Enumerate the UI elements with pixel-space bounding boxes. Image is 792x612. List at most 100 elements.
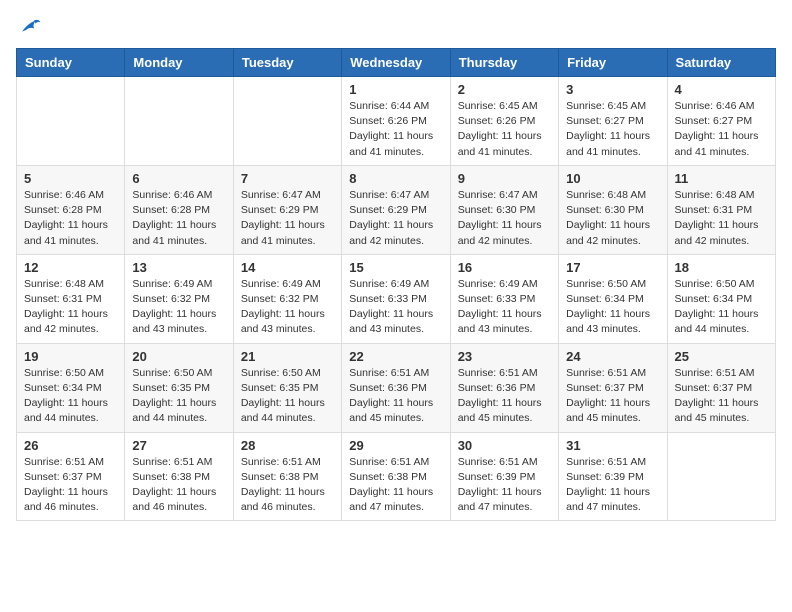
calendar-cell: 13 Sunrise: 6:49 AM Sunset: 6:32 PM Dayli…: [125, 254, 233, 343]
day-info: Sunrise: 6:49 AM Sunset: 6:32 PM Dayligh…: [132, 277, 225, 338]
day-info: Sunrise: 6:48 AM Sunset: 6:31 PM Dayligh…: [675, 188, 768, 249]
calendar-cell: 24Sunrise: 6:51 AM Sunset: 6:37 PM Dayli…: [559, 343, 667, 432]
day-info: Sunrise: 6:51 AM Sunset: 6:37 PM Dayligh…: [24, 455, 117, 516]
day-info: Sunrise: 6:51 AM Sunset: 6:37 PM Dayligh…: [566, 366, 659, 427]
day-info: Sunrise: 6:45 AM Sunset: 6:26 PM Dayligh…: [458, 99, 551, 160]
day-info: Sunrise: 6:44 AM Sunset: 6:26 PM Dayligh…: [349, 99, 442, 160]
day-info: Sunrise: 6:50 AM Sunset: 6:35 PM Dayligh…: [241, 366, 334, 427]
day-number: 2: [458, 82, 551, 97]
day-info: Sunrise: 6:46 AM Sunset: 6:28 PM Dayligh…: [24, 188, 117, 249]
day-number: 3: [566, 82, 659, 97]
calendar-cell: 5 Sunrise: 6:46 AM Sunset: 6:28 PM Daylig…: [17, 165, 125, 254]
day-number: 19: [24, 349, 117, 364]
day-info: Sunrise: 6:50 AM Sunset: 6:34 PM Dayligh…: [566, 277, 659, 338]
day-info: Sunrise: 6:51 AM Sunset: 6:36 PM Dayligh…: [349, 366, 442, 427]
calendar-cell: 26 Sunrise: 6:51 AM Sunset: 6:37 PM Dayli…: [17, 432, 125, 521]
day-info: Sunrise: 6:49 AM Sunset: 6:33 PM Dayligh…: [458, 277, 551, 338]
calendar-cell: [17, 77, 125, 166]
calendar-cell: 16 Sunrise: 6:49 AM Sunset: 6:33 PM Dayli…: [450, 254, 558, 343]
column-header-saturday: Saturday: [667, 49, 775, 77]
day-number: 4: [675, 82, 768, 97]
day-info: Sunrise: 6:51 AM Sunset: 6:39 PM Dayligh…: [566, 455, 659, 516]
day-info: Sunrise: 6:50 AM Sunset: 6:35 PM Dayligh…: [132, 366, 225, 427]
day-info: Sunrise: 6:46 AM Sunset: 6:27 PM Dayligh…: [675, 99, 768, 160]
day-number: 18: [675, 260, 768, 275]
calendar-cell: 14 Sunrise: 6:49 AM Sunset: 6:32 PM Dayli…: [233, 254, 341, 343]
calendar-cell: 20 Sunrise: 6:50 AM Sunset: 6:35 PM Dayli…: [125, 343, 233, 432]
calendar-cell: [233, 77, 341, 166]
day-info: Sunrise: 6:50 AM Sunset: 6:34 PM Dayligh…: [24, 366, 117, 427]
day-info: Sunrise: 6:51 AM Sunset: 6:38 PM Dayligh…: [349, 455, 442, 516]
calendar-cell: 11 Sunrise: 6:48 AM Sunset: 6:31 PM Dayli…: [667, 165, 775, 254]
day-number: 16: [458, 260, 551, 275]
calendar-cell: 9 Sunrise: 6:47 AM Sunset: 6:30 PM Daylig…: [450, 165, 558, 254]
column-header-friday: Friday: [559, 49, 667, 77]
day-info: Sunrise: 6:51 AM Sunset: 6:36 PM Dayligh…: [458, 366, 551, 427]
calendar-cell: 10 Sunrise: 6:48 AM Sunset: 6:30 PM Dayli…: [559, 165, 667, 254]
day-info: Sunrise: 6:49 AM Sunset: 6:33 PM Dayligh…: [349, 277, 442, 338]
day-number: 23: [458, 349, 551, 364]
calendar-week-1: 1 Sunrise: 6:44 AM Sunset: 6:26 PM Daylig…: [17, 77, 776, 166]
day-number: 11: [675, 171, 768, 186]
day-info: Sunrise: 6:47 AM Sunset: 6:30 PM Dayligh…: [458, 188, 551, 249]
day-info: Sunrise: 6:51 AM Sunset: 6:37 PM Dayligh…: [675, 366, 768, 427]
column-header-thursday: Thursday: [450, 49, 558, 77]
day-number: 10: [566, 171, 659, 186]
logo-bird-icon: [18, 16, 42, 36]
day-number: 7: [241, 171, 334, 186]
calendar-cell: 1 Sunrise: 6:44 AM Sunset: 6:26 PM Daylig…: [342, 77, 450, 166]
day-number: 12: [24, 260, 117, 275]
calendar-cell: 15 Sunrise: 6:49 AM Sunset: 6:33 PM Dayli…: [342, 254, 450, 343]
day-number: 5: [24, 171, 117, 186]
day-info: Sunrise: 6:46 AM Sunset: 6:28 PM Dayligh…: [132, 188, 225, 249]
day-number: 26: [24, 438, 117, 453]
calendar-cell: 2 Sunrise: 6:45 AM Sunset: 6:26 PM Daylig…: [450, 77, 558, 166]
day-number: 29: [349, 438, 442, 453]
calendar-week-2: 5 Sunrise: 6:46 AM Sunset: 6:28 PM Daylig…: [17, 165, 776, 254]
calendar-cell: 18 Sunrise: 6:50 AM Sunset: 6:34 PM Dayli…: [667, 254, 775, 343]
day-info: Sunrise: 6:48 AM Sunset: 6:30 PM Dayligh…: [566, 188, 659, 249]
day-number: 20: [132, 349, 225, 364]
calendar-week-4: 19 Sunrise: 6:50 AM Sunset: 6:34 PM Dayli…: [17, 343, 776, 432]
day-number: 8: [349, 171, 442, 186]
day-info: Sunrise: 6:47 AM Sunset: 6:29 PM Dayligh…: [241, 188, 334, 249]
calendar-cell: 27 Sunrise: 6:51 AM Sunset: 6:38 PM Dayli…: [125, 432, 233, 521]
calendar-cell: 12 Sunrise: 6:48 AM Sunset: 6:31 PM Dayli…: [17, 254, 125, 343]
day-info: Sunrise: 6:48 AM Sunset: 6:31 PM Dayligh…: [24, 277, 117, 338]
day-number: 17: [566, 260, 659, 275]
day-info: Sunrise: 6:49 AM Sunset: 6:32 PM Dayligh…: [241, 277, 334, 338]
calendar-cell: 28Sunrise: 6:51 AM Sunset: 6:38 PM Dayli…: [233, 432, 341, 521]
day-number: 14: [241, 260, 334, 275]
calendar-week-3: 12 Sunrise: 6:48 AM Sunset: 6:31 PM Dayli…: [17, 254, 776, 343]
calendar-cell: 19 Sunrise: 6:50 AM Sunset: 6:34 PM Dayli…: [17, 343, 125, 432]
calendar-cell: 21 Sunrise: 6:50 AM Sunset: 6:35 PM Dayli…: [233, 343, 341, 432]
day-number: 13: [132, 260, 225, 275]
day-info: Sunrise: 6:51 AM Sunset: 6:38 PM Dayligh…: [241, 455, 334, 516]
calendar-cell: 7 Sunrise: 6:47 AM Sunset: 6:29 PM Daylig…: [233, 165, 341, 254]
calendar-table: SundayMondayTuesdayWednesdayThursdayFrid…: [16, 48, 776, 521]
day-number: 15: [349, 260, 442, 275]
calendar-cell: 4 Sunrise: 6:46 AM Sunset: 6:27 PM Daylig…: [667, 77, 775, 166]
day-number: 9: [458, 171, 551, 186]
day-info: Sunrise: 6:50 AM Sunset: 6:34 PM Dayligh…: [675, 277, 768, 338]
day-info: Sunrise: 6:51 AM Sunset: 6:38 PM Dayligh…: [132, 455, 225, 516]
calendar-week-5: 26 Sunrise: 6:51 AM Sunset: 6:37 PM Dayli…: [17, 432, 776, 521]
day-number: 1: [349, 82, 442, 97]
day-number: 21: [241, 349, 334, 364]
calendar-cell: 25Sunrise: 6:51 AM Sunset: 6:37 PM Dayli…: [667, 343, 775, 432]
day-number: 31: [566, 438, 659, 453]
calendar-cell: 30Sunrise: 6:51 AM Sunset: 6:39 PM Dayli…: [450, 432, 558, 521]
calendar-cell: 8Sunrise: 6:47 AM Sunset: 6:29 PM Daylig…: [342, 165, 450, 254]
calendar-header-row: SundayMondayTuesdayWednesdayThursdayFrid…: [17, 49, 776, 77]
calendar-cell: 23 Sunrise: 6:51 AM Sunset: 6:36 PM Dayli…: [450, 343, 558, 432]
day-info: Sunrise: 6:51 AM Sunset: 6:39 PM Dayligh…: [458, 455, 551, 516]
calendar-cell: 3 Sunrise: 6:45 AM Sunset: 6:27 PM Daylig…: [559, 77, 667, 166]
calendar-cell: 22Sunrise: 6:51 AM Sunset: 6:36 PM Dayli…: [342, 343, 450, 432]
page-header: [16, 16, 776, 36]
column-header-monday: Monday: [125, 49, 233, 77]
calendar-cell: [667, 432, 775, 521]
calendar-cell: 17 Sunrise: 6:50 AM Sunset: 6:34 PM Dayli…: [559, 254, 667, 343]
day-number: 6: [132, 171, 225, 186]
day-number: 27: [132, 438, 225, 453]
day-info: Sunrise: 6:45 AM Sunset: 6:27 PM Dayligh…: [566, 99, 659, 160]
